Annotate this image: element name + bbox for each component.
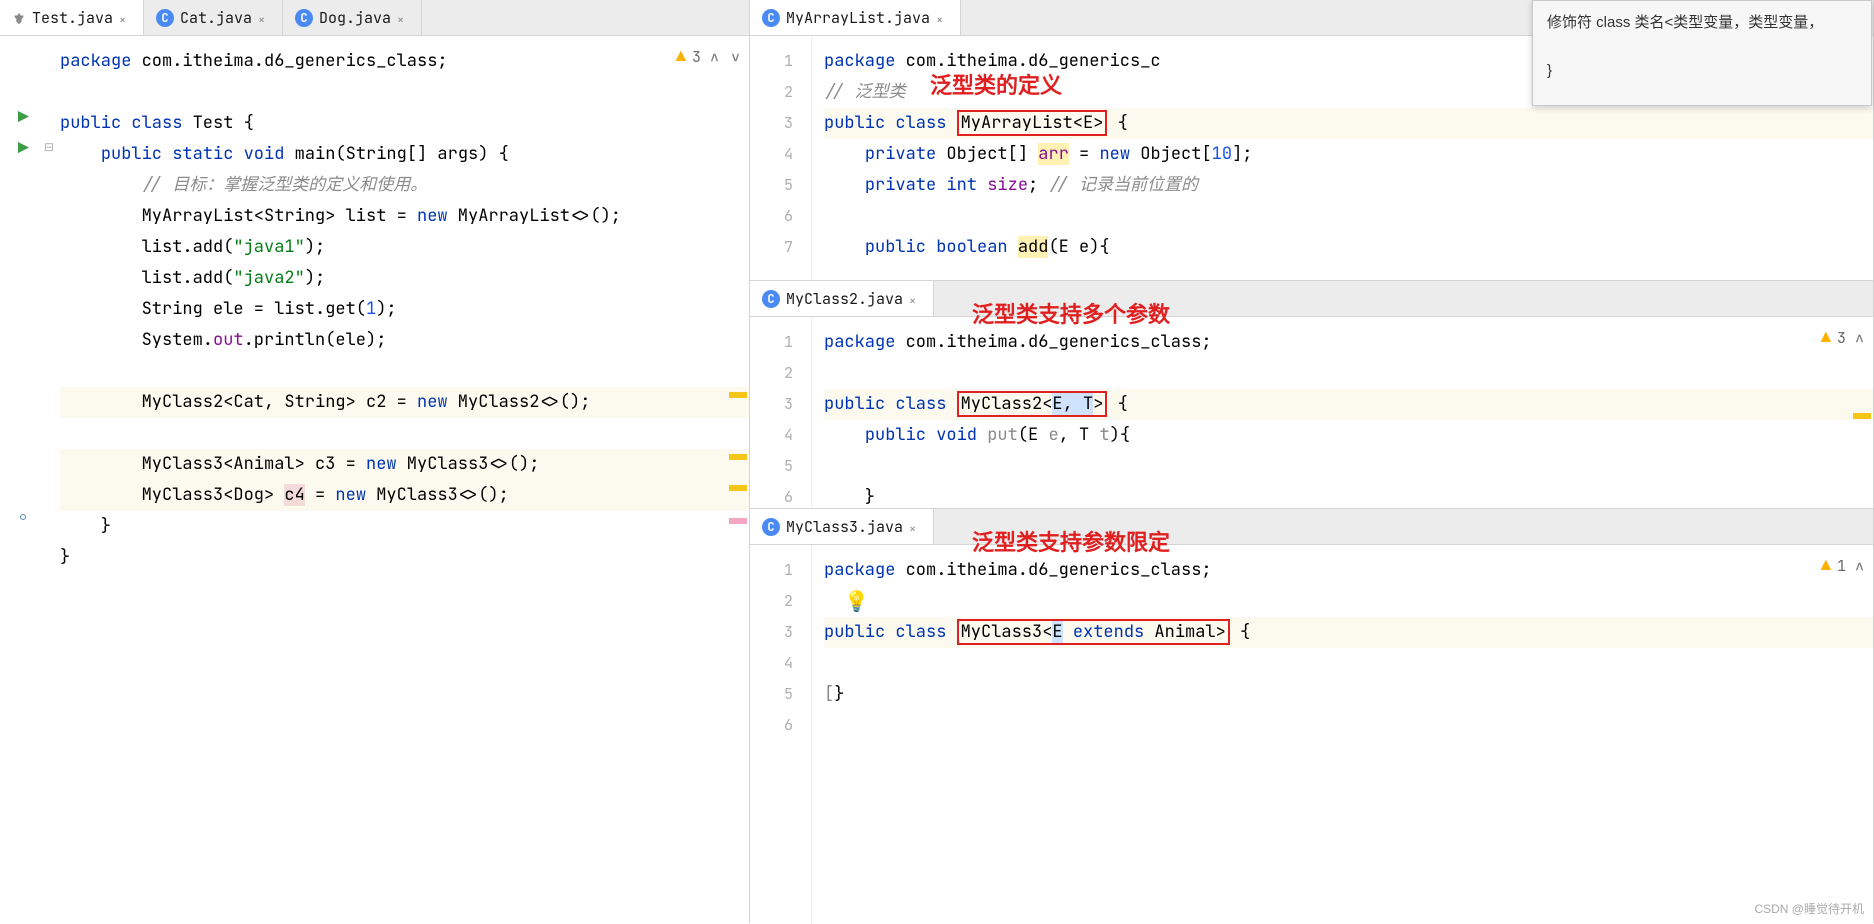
warning-icon: ▲	[676, 46, 686, 68]
gutter-r3: 1 2 3 4 5 6	[750, 545, 812, 924]
run-icon[interactable]: ▶	[18, 106, 29, 129]
close-icon[interactable]: ×	[119, 12, 131, 24]
tab-bar-r2: C MyClass2.java × 泛型类支持多个参数	[750, 281, 1873, 317]
highlight-classname: MyClass3<E extends Animal>	[957, 619, 1230, 645]
run-icon[interactable]: ▶	[18, 137, 29, 160]
tab-label: Test.java	[32, 8, 113, 28]
watermark: CSDN @睡觉待开机	[1754, 900, 1864, 917]
bulb-icon[interactable]: 💡	[844, 588, 869, 614]
close-icon[interactable]: ×	[909, 521, 921, 533]
class-icon: C	[762, 290, 780, 308]
warning-count: 1	[1837, 556, 1846, 576]
editor-r2[interactable]: 1 2 3 4 5 6 package com.itheima.d6_gener…	[750, 317, 1873, 509]
close-icon[interactable]: ×	[909, 293, 921, 305]
code-area-r2[interactable]: package com.itheima.d6_generics_class; p…	[812, 317, 1873, 509]
prev-warning-icon[interactable]: ∧	[1852, 328, 1867, 348]
tab-dog[interactable]: C Dog.java ×	[283, 0, 422, 35]
class-icon: C	[762, 9, 780, 27]
modified-indicator	[20, 514, 26, 520]
tab-myarraylist[interactable]: C MyArrayList.java ×	[750, 0, 961, 35]
class-icon: C	[156, 9, 174, 27]
warning-count: 3	[692, 47, 701, 67]
tab-label: Dog.java	[319, 8, 391, 28]
run-gutter: ▶ ▶ ⊟	[0, 36, 48, 923]
tab-bar-r3: C MyClass3.java × 泛型类支持参数限定	[750, 509, 1873, 545]
warning-icon: ▲	[1821, 555, 1831, 577]
pin-icon	[12, 11, 26, 25]
prev-warning-icon[interactable]: ∧	[1852, 556, 1867, 576]
annotation-label: 泛型类的定义	[930, 68, 1062, 100]
inspection-bar[interactable]: ▲ 3 ∧ ∨	[676, 46, 743, 68]
marker[interactable]	[729, 518, 747, 524]
tab-test[interactable]: Test.java ×	[0, 0, 144, 35]
tab-label: MyArrayList.java	[786, 8, 930, 28]
class-icon: C	[295, 9, 313, 27]
tab-cat[interactable]: C Cat.java ×	[144, 0, 283, 35]
marker[interactable]	[729, 392, 747, 398]
close-icon[interactable]: ×	[258, 12, 270, 24]
highlight-classname: MyClass2<E, T>	[957, 391, 1108, 417]
next-warning-icon[interactable]: ∨	[728, 47, 743, 67]
inspection-bar[interactable]: ▲ 3 ∧	[1821, 327, 1867, 349]
gutter-r1: 1 2 3 4 5 6 7	[750, 36, 812, 280]
tab-myclass3[interactable]: C MyClass3.java ×	[750, 509, 934, 544]
tab-myclass2[interactable]: C MyClass2.java ×	[750, 281, 934, 316]
marker[interactable]	[1853, 413, 1871, 419]
editor-r3[interactable]: 1 2 3 4 5 6 package com.itheima.d6_gener…	[750, 545, 1873, 924]
code-area-r3[interactable]: package com.itheima.d6_generics_class; 💡…	[812, 545, 1873, 924]
marker[interactable]	[729, 485, 747, 491]
close-icon[interactable]: ×	[397, 12, 409, 24]
close-icon[interactable]: ×	[936, 12, 948, 24]
class-icon: C	[762, 518, 780, 536]
right-mid-pane: C MyClass2.java × 泛型类支持多个参数 1 2 3 4 5 6 …	[750, 280, 1874, 508]
highlight-classname: MyArrayList<E>	[957, 110, 1108, 136]
warning-count: 3	[1837, 328, 1846, 348]
right-bot-pane: C MyClass3.java × 泛型类支持参数限定 1 2 3 4 5 6 …	[750, 508, 1874, 923]
editor-left[interactable]: ▶ ▶ ⊟ package com.itheima.d6_generics_cl…	[0, 36, 749, 923]
tab-label: Cat.java	[180, 8, 252, 28]
tab-label: MyClass3.java	[786, 517, 903, 537]
marker[interactable]	[729, 454, 747, 460]
prev-warning-icon[interactable]: ∧	[707, 47, 722, 67]
tab-bar-left: Test.java × C Cat.java × C Dog.java ×	[0, 0, 749, 36]
warning-icon: ▲	[1821, 327, 1831, 349]
gutter-r2: 1 2 3 4 5 6	[750, 317, 812, 509]
doc-tooltip: 修饰符 class 类名<类型变量，类型变量， }	[1532, 0, 1872, 106]
code-area-left[interactable]: package com.itheima.d6_generics_class; p…	[48, 36, 749, 923]
inspection-bar[interactable]: ▲ 1 ∧	[1821, 555, 1867, 577]
left-editor-pane: Test.java × C Cat.java × C Dog.java × ▶ …	[0, 0, 750, 923]
tab-label: MyClass2.java	[786, 289, 903, 309]
